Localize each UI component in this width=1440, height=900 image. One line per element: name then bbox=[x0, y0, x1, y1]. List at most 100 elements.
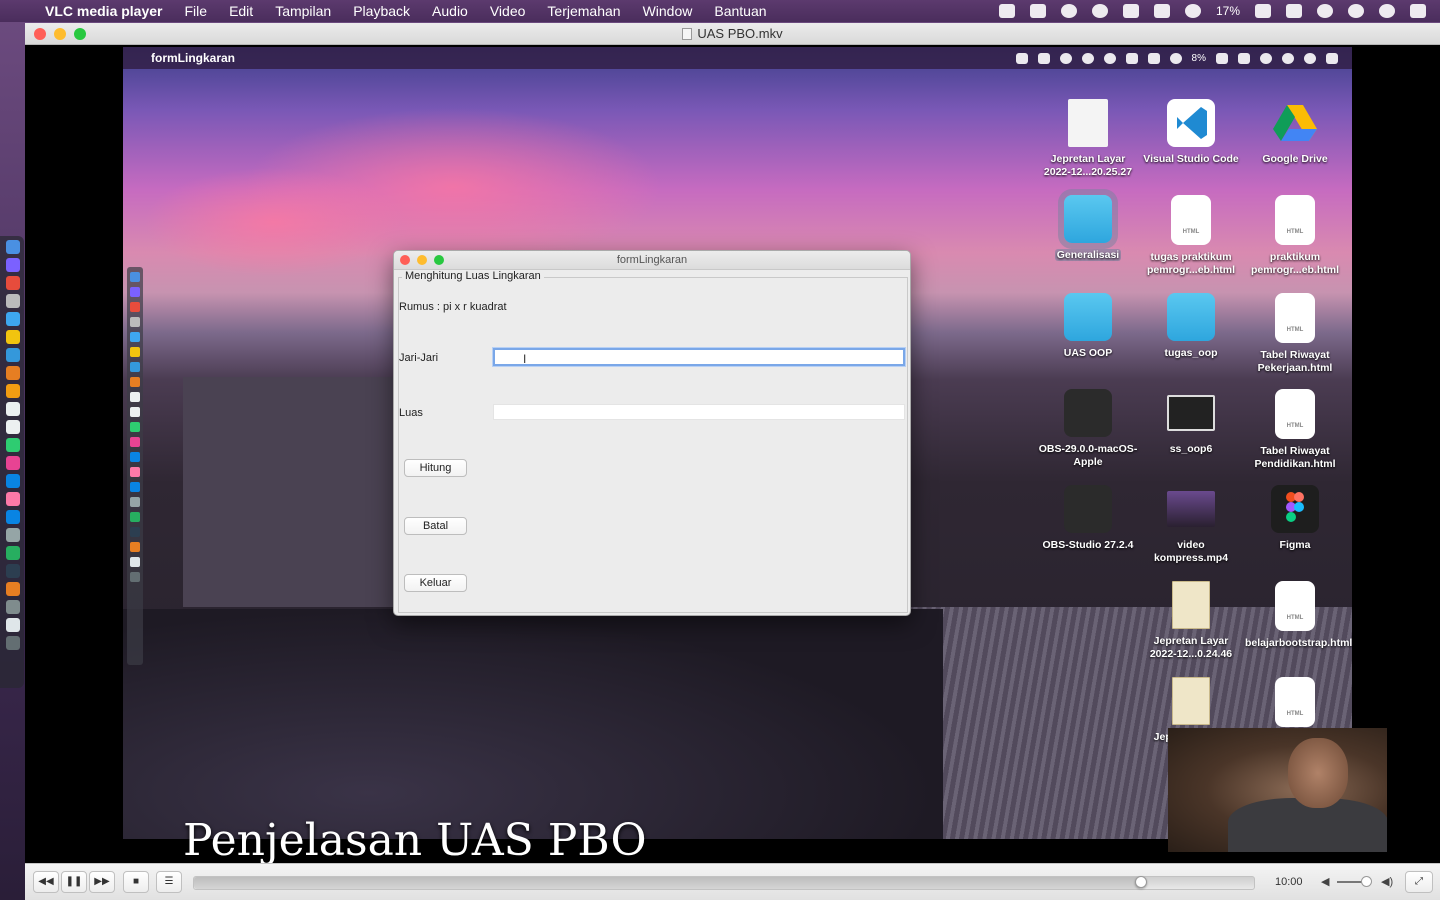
app-icon[interactable] bbox=[6, 546, 20, 560]
app-icon[interactable] bbox=[6, 492, 20, 506]
video-thumbnail-icon bbox=[1167, 491, 1215, 527]
hitung-button[interactable]: Hitung bbox=[404, 459, 467, 477]
app-icon[interactable] bbox=[6, 348, 20, 362]
seek-bar-knob[interactable] bbox=[1134, 876, 1147, 888]
menu-bantuan[interactable]: Bantuan bbox=[703, 3, 777, 19]
area-label: Luas bbox=[399, 407, 423, 419]
desktop-icon[interactable]: OBS-29.0.0-macOS-Apple bbox=[1038, 389, 1138, 469]
desktop-icon[interactable]: Generalisasi bbox=[1038, 195, 1138, 262]
trash-icon[interactable] bbox=[6, 636, 20, 650]
battery-icon[interactable] bbox=[1255, 4, 1271, 18]
vlc-cone-icon[interactable] bbox=[998, 4, 1015, 18]
menu-playback[interactable]: Playback bbox=[342, 3, 421, 19]
desktop-icon[interactable]: UAS OOP bbox=[1038, 293, 1138, 360]
bluetooth-icon[interactable] bbox=[1153, 4, 1170, 18]
form-zoom-button[interactable] bbox=[434, 255, 444, 265]
app-icon[interactable] bbox=[6, 438, 20, 452]
desktop-icon-label: Tabel Riwayat Pekerjaan.html bbox=[1257, 349, 1333, 374]
text-icon[interactable] bbox=[1029, 4, 1046, 18]
desktop-icon[interactable]: Jepretan Layar 2022-12...0.24.46 bbox=[1141, 581, 1241, 661]
form-close-button[interactable] bbox=[400, 255, 410, 265]
app-icon[interactable] bbox=[6, 456, 20, 470]
area-output[interactable] bbox=[493, 404, 905, 420]
rewind-button[interactable]: ◀◀ bbox=[33, 871, 59, 893]
seek-bar[interactable] bbox=[193, 876, 1255, 890]
desktop-icon[interactable]: Figma bbox=[1245, 485, 1345, 552]
volume-knob[interactable] bbox=[1360, 876, 1372, 887]
desktop-icon[interactable]: belajarbootstrap.html bbox=[1245, 581, 1352, 650]
desktop-icon[interactable]: Tabel Riwayat Pekerjaan.html bbox=[1245, 293, 1345, 375]
desktop-icon[interactable]: ss_oop6 bbox=[1141, 389, 1241, 456]
desktop-icon[interactable]: Jepretan Layar 2022-12...20.25.27 bbox=[1038, 99, 1138, 179]
form-minimize-button[interactable] bbox=[417, 255, 427, 265]
menu-tampilan[interactable]: Tampilan bbox=[264, 3, 342, 19]
cloud-icon[interactable] bbox=[1091, 4, 1108, 18]
settings-icon[interactable] bbox=[6, 528, 20, 542]
safari-icon[interactable] bbox=[6, 312, 20, 326]
m-icon[interactable] bbox=[1122, 4, 1139, 18]
app-icon[interactable] bbox=[6, 600, 20, 614]
input-source-icon[interactable] bbox=[1286, 4, 1302, 18]
desktop-icon[interactable]: tugas_oop bbox=[1141, 293, 1241, 360]
app-icon[interactable] bbox=[6, 294, 20, 308]
desktop-icon[interactable]: Visual Studio Code bbox=[1141, 99, 1241, 166]
menu-app-name[interactable]: VLC media player bbox=[34, 3, 174, 19]
obs-icon bbox=[1064, 389, 1112, 437]
speaker-loud-icon[interactable]: ◀) bbox=[1381, 875, 1393, 888]
app-icon[interactable] bbox=[6, 564, 20, 578]
desktop-icon-label: Jepretan Layar 2022-12...0.24.46 bbox=[1149, 635, 1233, 660]
menu-audio[interactable]: Audio bbox=[421, 3, 479, 19]
desktop-icon[interactable]: praktikum pemrogr...eb.html bbox=[1245, 195, 1345, 277]
creative-cloud-icon[interactable] bbox=[1060, 4, 1077, 18]
form-title: formLingkaran bbox=[616, 254, 688, 266]
control-center-icon[interactable] bbox=[1410, 4, 1426, 18]
desktop-icon[interactable]: video kompress.mp4 bbox=[1141, 485, 1241, 565]
keluar-button[interactable]: Keluar bbox=[404, 574, 467, 592]
minimize-button[interactable] bbox=[54, 28, 66, 40]
vlc-window: UAS PBO.mkv formLingkaran 8% Jepretan La… bbox=[25, 23, 1440, 900]
desktop-icon[interactable]: tugas praktikum pemrogr...eb.html bbox=[1141, 195, 1241, 277]
vlc-titlebar: UAS PBO.mkv bbox=[25, 23, 1440, 45]
playlist-button[interactable]: ☰ bbox=[156, 871, 182, 893]
desktop-icon[interactable]: OBS-Studio 27.2.4 bbox=[1038, 485, 1138, 552]
zoom-button[interactable] bbox=[74, 28, 86, 40]
chrome-icon[interactable] bbox=[6, 330, 20, 344]
app-icon[interactable] bbox=[6, 366, 20, 380]
close-button[interactable] bbox=[34, 28, 46, 40]
stop-button[interactable]: ■ bbox=[123, 871, 149, 893]
form-titlebar: formLingkaran bbox=[394, 251, 910, 270]
app-store-icon[interactable] bbox=[6, 510, 20, 524]
finder-icon[interactable] bbox=[6, 240, 20, 254]
video-area[interactable]: formLingkaran 8% Jepretan Layar 2022-12.… bbox=[25, 45, 1440, 863]
fast-forward-button[interactable]: ▶▶ bbox=[89, 871, 115, 893]
certificate-thumbnail-icon bbox=[1172, 581, 1210, 629]
wifi-icon[interactable] bbox=[1184, 4, 1201, 18]
menu-file[interactable]: File bbox=[174, 3, 219, 19]
app-icon[interactable] bbox=[6, 474, 20, 488]
menu-edit[interactable]: Edit bbox=[218, 3, 264, 19]
app-icon[interactable] bbox=[6, 276, 20, 290]
search-icon[interactable] bbox=[1348, 4, 1364, 18]
app-icon[interactable] bbox=[6, 402, 20, 416]
radius-input[interactable]: I bbox=[493, 348, 905, 366]
pause-button[interactable]: ❚❚ bbox=[61, 871, 87, 893]
app-icon[interactable] bbox=[6, 420, 20, 434]
menu-video[interactable]: Video bbox=[479, 3, 537, 19]
html-file-icon bbox=[1275, 677, 1315, 727]
app-icon[interactable] bbox=[6, 384, 20, 398]
clock-icon[interactable] bbox=[1317, 4, 1333, 18]
menu-terjemahan[interactable]: Terjemahan bbox=[536, 3, 631, 19]
desktop-icon[interactable]: Tabel Riwayat Pendidikan.html bbox=[1245, 389, 1345, 471]
fullscreen-button[interactable]: ⤢ bbox=[1405, 871, 1433, 893]
launchpad-icon[interactable] bbox=[6, 258, 20, 272]
group-title: Menghitung Luas Lingkaran bbox=[402, 270, 544, 282]
menu-window[interactable]: Window bbox=[632, 3, 704, 19]
vlc-icon[interactable] bbox=[6, 582, 20, 596]
batal-button[interactable]: Batal bbox=[404, 517, 467, 535]
siri-icon[interactable] bbox=[1379, 4, 1395, 18]
speaker-mute-icon[interactable]: ◀ bbox=[1321, 875, 1329, 888]
host-menubar: VLC media player File Edit Tampilan Play… bbox=[0, 0, 1440, 22]
app-icon[interactable] bbox=[6, 618, 20, 632]
video-caption: Penjelasan UAS PBO bbox=[183, 815, 647, 863]
desktop-icon[interactable]: Google Drive bbox=[1245, 99, 1345, 166]
